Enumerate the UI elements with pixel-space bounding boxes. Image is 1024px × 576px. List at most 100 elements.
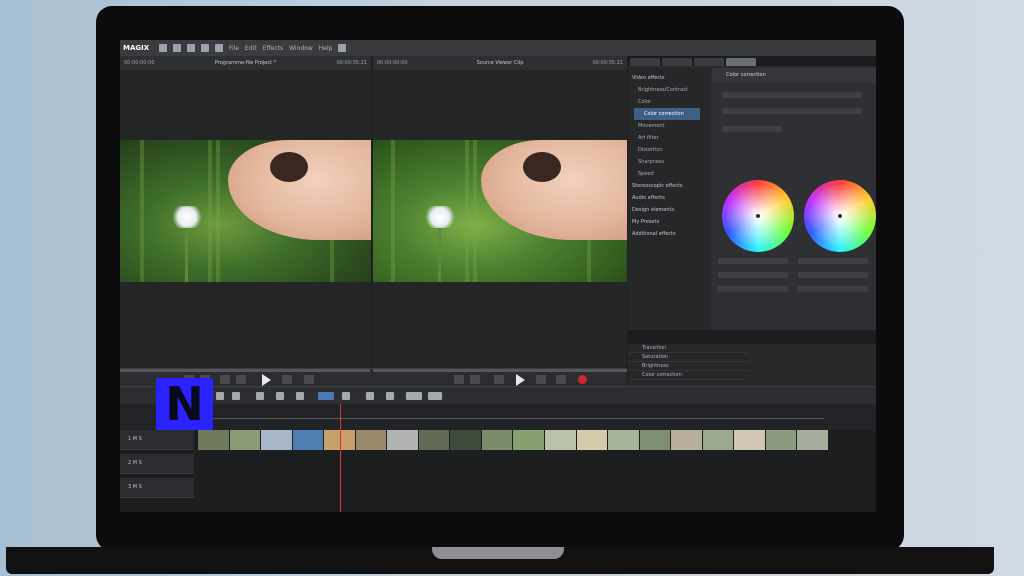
open-icon[interactable]	[173, 44, 181, 52]
help-icon[interactable]	[338, 44, 347, 52]
saturation-slider[interactable]	[798, 258, 868, 264]
effects-category-item[interactable]: Design elements	[628, 204, 710, 216]
save-icon[interactable]	[187, 44, 195, 52]
video-clip[interactable]	[639, 430, 671, 450]
source-rewind-icon[interactable]	[470, 375, 480, 384]
split-icon[interactable]	[428, 392, 442, 400]
program-video-frame[interactable]	[120, 140, 371, 282]
link-icon[interactable]	[386, 392, 394, 400]
effects-category-item[interactable]: Movement	[628, 120, 710, 132]
brightness-slider[interactable]	[798, 272, 868, 278]
effects-category-item[interactable]: Color correction	[634, 108, 700, 120]
pen-icon[interactable]	[366, 392, 374, 400]
effects-category-item[interactable]: Sharpness	[628, 156, 710, 168]
menu-effects[interactable]: Effects	[263, 45, 283, 52]
program-forward-icon[interactable]	[282, 375, 292, 384]
video-clip-strip[interactable]	[198, 430, 828, 450]
program-skip-forward-icon[interactable]	[304, 375, 314, 384]
param-color-correction[interactable]: Color correction	[628, 371, 748, 380]
program-play-icon[interactable]	[262, 374, 271, 386]
program-step-back-icon[interactable]	[220, 375, 230, 384]
marker-icon[interactable]	[296, 392, 304, 400]
video-clip[interactable]	[608, 430, 639, 450]
redo-icon[interactable]	[215, 44, 223, 52]
source-scrub-bar[interactable]	[373, 369, 627, 372]
video-clip[interactable]	[229, 430, 261, 450]
video-clip[interactable]	[734, 430, 765, 450]
video-clip[interactable]	[292, 430, 324, 450]
video-clip[interactable]	[545, 430, 576, 450]
tab-fades[interactable]	[662, 58, 692, 66]
effects-category-item[interactable]: Additional effects	[628, 228, 710, 240]
tab-title[interactable]	[694, 58, 724, 66]
source-forward-icon[interactable]	[536, 375, 546, 384]
video-clip[interactable]	[450, 430, 481, 450]
effects-category-item[interactable]: Brightness/Contrast	[628, 84, 710, 96]
contrast-slider[interactable]	[718, 286, 788, 292]
cut-icon[interactable]	[342, 392, 350, 400]
color-wheel-handle[interactable]	[838, 214, 842, 218]
video-clip[interactable]	[797, 430, 828, 450]
program-stop-icon[interactable]	[236, 375, 246, 384]
record-icon[interactable]	[578, 375, 587, 384]
menu-help[interactable]: Help	[319, 45, 333, 52]
param-saturation[interactable]: Saturation	[628, 353, 748, 362]
video-clip[interactable]	[387, 430, 418, 450]
contrast-slider[interactable]	[798, 286, 868, 292]
effects-category-item[interactable]: Distortion	[628, 144, 710, 156]
effects-category-item[interactable]: Speed	[628, 168, 710, 180]
source-monitor: 00:00:00:00 Source Viewer Clip 00:00:05:…	[373, 56, 627, 370]
effects-panel: Video effects Brightness/Contrast Color Col…	[628, 56, 876, 402]
trim-icon[interactable]	[406, 392, 422, 400]
undo-icon[interactable]	[216, 392, 224, 400]
channel-select[interactable]	[722, 126, 782, 132]
program-scrub-bar[interactable]	[120, 369, 370, 372]
video-clip[interactable]	[513, 430, 545, 450]
tab-import[interactable]	[630, 58, 660, 66]
video-clip[interactable]	[198, 430, 229, 450]
video-clip[interactable]	[261, 430, 292, 450]
track-1-header[interactable]: 1 M S	[120, 430, 194, 450]
effects-category-item[interactable]: Color	[628, 96, 710, 108]
effects-category-item[interactable]: Audio effects	[628, 192, 710, 204]
text-icon[interactable]	[276, 392, 284, 400]
mouse-mode-icon[interactable]	[318, 392, 334, 400]
color-wheel-handle[interactable]	[756, 214, 760, 218]
menu-file[interactable]: File	[229, 45, 239, 52]
video-clip[interactable]	[418, 430, 450, 450]
menu-window[interactable]: Window	[289, 45, 313, 52]
redo-icon[interactable]	[232, 392, 240, 400]
param-transition[interactable]: Transition	[628, 344, 748, 353]
menu-edit[interactable]: Edit	[245, 45, 257, 52]
source-play-icon[interactable]	[516, 374, 525, 386]
delete-icon[interactable]	[256, 392, 264, 400]
new-project-icon[interactable]	[159, 44, 167, 52]
video-clip[interactable]	[481, 430, 513, 450]
source-stop-icon[interactable]	[494, 375, 504, 384]
video-clip[interactable]	[702, 430, 734, 450]
track-2-header[interactable]: 2 M S	[120, 454, 194, 474]
effects-category-item[interactable]: My Presets	[628, 216, 710, 228]
video-clip[interactable]	[765, 430, 797, 450]
color-wheel-left[interactable]	[722, 180, 794, 252]
source-video-frame[interactable]	[373, 140, 627, 282]
source-skip-forward-icon[interactable]	[556, 375, 566, 384]
video-clip[interactable]	[576, 430, 608, 450]
video-clip[interactable]	[671, 430, 702, 450]
brightness-slider[interactable]	[718, 272, 788, 278]
effects-category-item[interactable]: Stereoscopic effects	[628, 180, 710, 192]
timeline-playhead[interactable]	[340, 404, 341, 512]
effects-category-item[interactable]: Art filter	[628, 132, 710, 144]
param-brightness[interactable]: Brightness	[628, 362, 748, 371]
track-3-header[interactable]: 3 M S	[120, 478, 194, 498]
video-clip[interactable]	[355, 430, 387, 450]
option-row[interactable]	[722, 108, 862, 114]
effects-category-item[interactable]: Video effects	[628, 72, 710, 84]
color-wheel-right[interactable]	[804, 180, 876, 252]
undo-icon[interactable]	[201, 44, 209, 52]
saturation-slider[interactable]	[718, 258, 788, 264]
tab-effects[interactable]	[726, 58, 756, 66]
preset-row[interactable]	[722, 92, 862, 98]
timeline-ruler[interactable]	[120, 404, 876, 430]
source-skip-back-icon[interactable]	[454, 375, 464, 384]
